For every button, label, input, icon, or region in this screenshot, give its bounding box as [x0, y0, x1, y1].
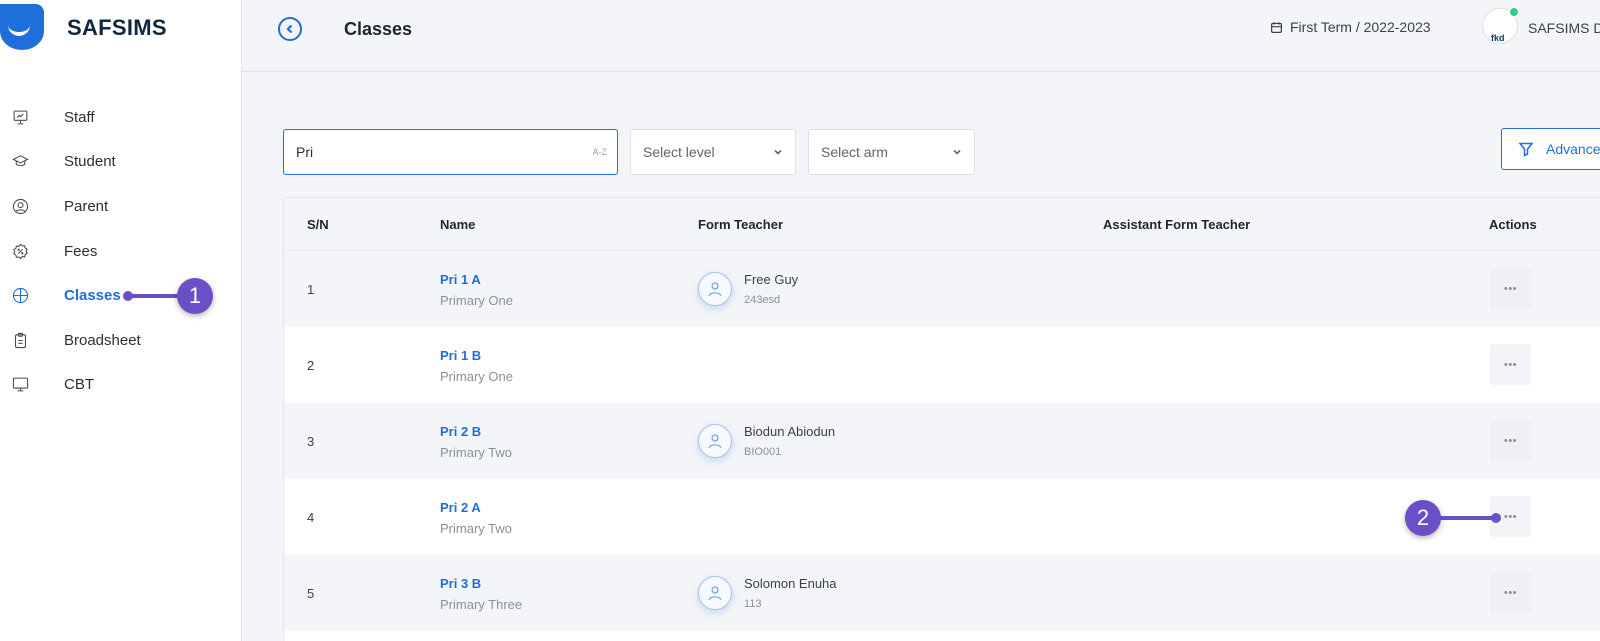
teacher-avatar — [698, 272, 732, 306]
class-name-link[interactable]: Pri 1 A — [440, 272, 481, 287]
form-teacher-name: Biodun Abiodun — [744, 424, 836, 439]
chevron-left-icon — [286, 24, 293, 34]
level-select-placeholder: Select level — [643, 144, 715, 160]
arm-select[interactable]: Select arm — [808, 129, 975, 175]
arm-select-placeholder: Select arm — [821, 144, 888, 160]
class-search-field[interactable]: A-Z — [283, 129, 618, 175]
search-input[interactable] — [296, 144, 566, 160]
callout-2-badge: 2 — [1405, 500, 1441, 536]
more-dots-icon: ••• — [1503, 510, 1518, 523]
class-level: Primary Two — [440, 521, 512, 536]
term-selector[interactable]: First Term / 2022-2023 — [1270, 19, 1431, 35]
column-header-actions: Actions — [1489, 217, 1537, 232]
row-sn: 1 — [307, 282, 315, 297]
table-row: 5 Pri 3 B Primary Three Solomon Enuha 11… — [284, 555, 1600, 631]
safsims-logo[interactable] — [0, 4, 44, 50]
sidebar-item-label: Broadsheet — [64, 331, 141, 349]
form-teacher-id: 243esd — [744, 294, 781, 306]
form-teacher-id: 113 — [744, 598, 762, 610]
sidebar-item-label: Parent — [64, 197, 109, 215]
top-header: Classes First Term / 2022-2023 fkd SAFSI… — [242, 0, 1600, 72]
sidebar-item-fees[interactable]: Fees — [0, 229, 242, 274]
sidebar-item-label: Fees — [64, 242, 98, 260]
callout-2-dot — [1491, 513, 1501, 523]
class-name-link[interactable]: Pri 1 B — [440, 348, 481, 363]
chevron-down-icon — [953, 149, 961, 155]
more-dots-icon: ••• — [1503, 434, 1518, 447]
sidebar-item-staff[interactable]: Staff — [0, 95, 242, 140]
back-button[interactable] — [278, 17, 302, 41]
sidebar-item-student[interactable]: Student — [0, 140, 242, 185]
column-header-assistant-form-teacher: Assistant Form Teacher — [1103, 217, 1251, 232]
row-actions-button[interactable]: ••• — [1490, 420, 1531, 461]
graduation-cap-icon — [11, 153, 29, 171]
table-row: 2 Pri 1 B Primary One ••• — [284, 327, 1600, 403]
class-level: Primary Three — [440, 597, 523, 612]
level-select[interactable]: Select level — [630, 129, 796, 175]
sidebar-nav: Staff Student Parent Fees Classes Broads… — [0, 95, 242, 407]
sidebar-item-parent[interactable]: Parent — [0, 184, 242, 229]
user-circle-icon — [11, 197, 29, 215]
avatar-logo-text: fkd — [1491, 33, 1505, 43]
class-level: Primary Two — [440, 445, 512, 460]
advanced-filter-label: Advance — [1546, 141, 1600, 157]
badge-percent-icon — [11, 242, 29, 260]
form-teacher-name: Free Guy — [744, 272, 799, 287]
sidebar-item-broadsheet[interactable]: Broadsheet — [0, 318, 242, 363]
table-row: 4 Pri 2 A Primary Two ••• — [284, 479, 1600, 555]
teacher-avatar — [698, 424, 732, 458]
sidebar-item-label: Classes — [64, 287, 121, 305]
clipboard-icon — [11, 331, 29, 349]
column-header-form-teacher: Form Teacher — [698, 217, 784, 232]
advanced-filter-button[interactable]: Advance — [1501, 128, 1600, 170]
row-actions-button[interactable]: ••• — [1490, 268, 1531, 309]
filter-funnel-icon — [1518, 142, 1534, 157]
presentation-icon — [11, 108, 29, 126]
sidebar-item-cbt[interactable]: CBT — [0, 363, 242, 408]
column-header-sn: S/N — [307, 217, 329, 232]
teacher-avatar — [698, 576, 732, 610]
calendar-icon — [1271, 21, 1282, 33]
user-icon — [708, 586, 722, 600]
sort-az-hint: A-Z — [592, 147, 608, 157]
row-actions-button[interactable]: ••• — [1490, 344, 1531, 385]
table-row: 1 Pri 1 A Primary One Free Guy 243esd ••… — [284, 251, 1600, 327]
row-sn: 5 — [307, 586, 315, 601]
row-actions-button[interactable]: ••• — [1490, 572, 1531, 613]
chevron-down-icon — [774, 149, 782, 155]
more-dots-icon: ••• — [1503, 586, 1518, 599]
online-status-dot — [1509, 7, 1519, 17]
term-label: First Term / 2022-2023 — [1290, 19, 1431, 35]
brand-name: SAFSIMS — [67, 15, 167, 40]
sidebar-item-label: Staff — [64, 108, 95, 126]
sidebar-item-label: Student — [64, 153, 116, 171]
callout-1-dot — [123, 291, 133, 301]
table-header: S/N Name Form Teacher Assistant Form Tea… — [284, 198, 1600, 251]
row-sn: 4 — [307, 510, 315, 525]
grid-circle-icon — [11, 287, 29, 305]
form-teacher-name: Solomon Enuha — [744, 576, 837, 591]
class-name-link[interactable]: Pri 3 B — [440, 576, 481, 591]
column-header-name: Name — [440, 217, 476, 232]
page-title: Classes — [344, 19, 413, 39]
form-teacher-id: BIO001 — [744, 446, 782, 458]
user-icon — [708, 434, 722, 448]
user-name[interactable]: SAFSIMS De — [1528, 20, 1600, 36]
classes-table: S/N Name Form Teacher Assistant Form Tea… — [283, 197, 1600, 641]
user-icon — [708, 282, 722, 296]
sidebar: SAFSIMS Staff Student Parent Fees Classe… — [0, 0, 242, 641]
class-name-link[interactable]: Pri 2 A — [440, 500, 481, 515]
callout-1-badge: 1 — [177, 278, 213, 314]
more-dots-icon: ••• — [1503, 282, 1518, 295]
sidebar-item-label: CBT — [64, 376, 94, 394]
class-level: Primary One — [440, 369, 513, 384]
row-sn: 3 — [307, 434, 315, 449]
monitor-icon — [11, 376, 29, 394]
more-dots-icon: ••• — [1503, 358, 1518, 371]
class-name-link[interactable]: Pri 2 B — [440, 424, 481, 439]
row-sn: 2 — [307, 358, 315, 373]
class-level: Primary One — [440, 293, 513, 308]
table-row: 3 Pri 2 B Primary Two Biodun Abiodun BIO… — [284, 403, 1600, 479]
